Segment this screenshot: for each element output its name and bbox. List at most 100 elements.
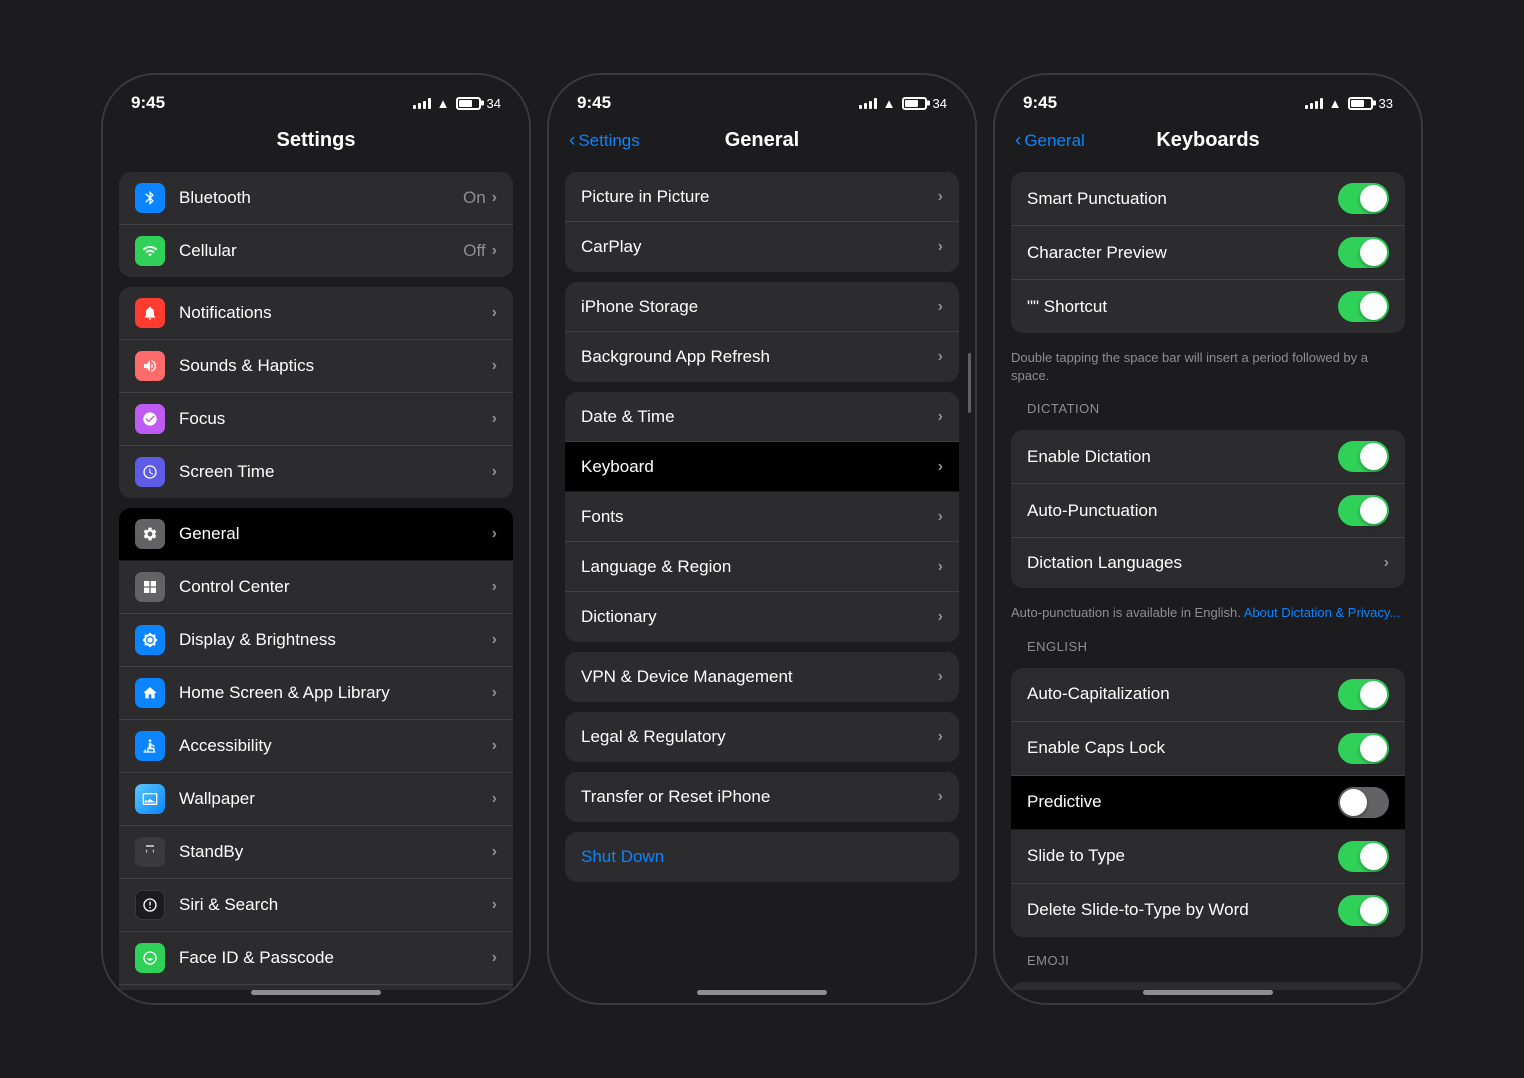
slidetotype-toggle[interactable] xyxy=(1338,841,1389,872)
keyboard-chevron: › xyxy=(938,458,943,476)
status-bar-2: 9:45 ▲ 34 xyxy=(549,75,975,125)
notifications-icon xyxy=(135,298,165,328)
dictation-privacy-link[interactable]: About Dictation & Privacy... xyxy=(1244,605,1401,620)
autocapitalization-row[interactable]: Auto-Capitalization xyxy=(1011,668,1405,722)
deleteslide-toggle[interactable] xyxy=(1338,895,1389,926)
legal-row[interactable]: Legal & Regulatory › xyxy=(565,712,959,762)
back-button-3[interactable]: ‹ General xyxy=(1015,130,1085,152)
connectivity-group: Bluetooth On › Cellular Off › xyxy=(119,172,513,277)
standby-row[interactable]: StandBy › xyxy=(119,826,513,879)
enabledictation-toggle[interactable] xyxy=(1338,441,1389,472)
screentime-row[interactable]: Screen Time › xyxy=(119,446,513,498)
characterpreview-thumb xyxy=(1360,239,1387,266)
carplay-row[interactable]: CarPlay › xyxy=(565,222,959,272)
sirisearch-row[interactable]: Siri & Search › xyxy=(119,879,513,932)
wifi-icon-2: ▲ xyxy=(883,96,896,111)
nav-title-1: Settings xyxy=(277,129,356,152)
phone-2-screen: 9:45 ▲ 34 ‹ Settings General xyxy=(549,75,975,1003)
enabledictation-row[interactable]: Enable Dictation xyxy=(1011,430,1405,484)
enablecapslock-row[interactable]: Enable Caps Lock xyxy=(1011,722,1405,776)
notifications-row[interactable]: Notifications › xyxy=(119,287,513,340)
storage-group: iPhone Storage › Background App Refresh … xyxy=(565,282,959,382)
smartpunctuation-row[interactable]: Smart Punctuation xyxy=(1011,172,1405,226)
cellular-value: Off xyxy=(463,241,485,261)
slidetotype-label: Slide to Type xyxy=(1027,846,1338,866)
dictationlangs-row[interactable]: Dictation Languages › xyxy=(1011,538,1405,588)
homescreen-row[interactable]: Home Screen & App Library › xyxy=(119,667,513,720)
iphonestorage-row[interactable]: iPhone Storage › xyxy=(565,282,959,332)
controlcenter-chevron: › xyxy=(492,578,497,596)
autocapitalization-label: Auto-Capitalization xyxy=(1027,684,1338,704)
smartpunctuation-toggle[interactable] xyxy=(1338,183,1389,214)
datetime-chevron: › xyxy=(938,408,943,426)
focus-row[interactable]: Focus › xyxy=(119,393,513,446)
shutdown-row[interactable]: Shut Down xyxy=(565,832,959,882)
autocapitalization-toggle[interactable] xyxy=(1338,679,1389,710)
settings-list-1[interactable]: Bluetooth On › Cellular Off › xyxy=(103,162,529,990)
wifi-icon-3: ▲ xyxy=(1329,96,1342,111)
languageregion-label: Language & Region xyxy=(581,557,938,577)
dictionary-row[interactable]: Dictionary › xyxy=(565,592,959,642)
periodshortcut-toggle[interactable] xyxy=(1338,291,1389,322)
transferreset-row[interactable]: Transfer or Reset iPhone › xyxy=(565,772,959,822)
wallpaper-row[interactable]: Wallpaper › xyxy=(119,773,513,826)
backgroundapp-label: Background App Refresh xyxy=(581,347,938,367)
slidetotype-row[interactable]: Slide to Type xyxy=(1011,830,1405,884)
predictive-row[interactable]: Predictive xyxy=(1011,776,1405,830)
backgroundapp-row[interactable]: Background App Refresh › xyxy=(565,332,959,382)
keyboard-row[interactable]: Keyboard › xyxy=(565,442,959,492)
emoji-header: EMOJI xyxy=(995,947,1421,972)
general-row[interactable]: General › xyxy=(119,508,513,561)
autopunctuation-label: Auto-Punctuation xyxy=(1027,501,1338,521)
top-toggles-group: Smart Punctuation Character Preview "" S… xyxy=(1011,172,1405,333)
sirisearch-label: Siri & Search xyxy=(179,895,492,915)
periodshortcut-thumb xyxy=(1360,293,1387,320)
autopunctuation-row[interactable]: Auto-Punctuation xyxy=(1011,484,1405,538)
characterpreview-toggle[interactable] xyxy=(1338,237,1389,268)
faceid-row[interactable]: Face ID & Passcode › xyxy=(119,932,513,985)
cellular-label: Cellular xyxy=(179,241,463,261)
back-button-2[interactable]: ‹ Settings xyxy=(569,130,640,152)
fonts-label: Fonts xyxy=(581,507,938,527)
pictureinpicture-chevron: › xyxy=(938,188,943,206)
settings-list-2[interactable]: Picture in Picture › CarPlay › iPhone St… xyxy=(549,162,975,990)
keyboard-label: Keyboard xyxy=(581,457,938,477)
settings-list-3[interactable]: Smart Punctuation Character Preview "" S… xyxy=(995,162,1421,990)
accessibility-icon xyxy=(135,731,165,761)
carplay-chevron: › xyxy=(938,238,943,256)
stickers-row[interactable]: Stickers xyxy=(1011,982,1405,990)
sounds-row[interactable]: Sounds & Haptics › xyxy=(119,340,513,393)
periodshortcut-row[interactable]: "" Shortcut xyxy=(1011,280,1405,333)
displaybrightness-row[interactable]: Display & Brightness › xyxy=(119,614,513,667)
vpnmgmt-row[interactable]: VPN & Device Management › xyxy=(565,652,959,702)
languageregion-row[interactable]: Language & Region › xyxy=(565,542,959,592)
controlcenter-label: Control Center xyxy=(179,577,492,597)
datetime-label: Date & Time xyxy=(581,407,938,427)
deleteslide-row[interactable]: Delete Slide-to-Type by Word xyxy=(1011,884,1405,937)
legal-group: Legal & Regulatory › xyxy=(565,712,959,762)
autocapitalization-thumb xyxy=(1360,681,1387,708)
nav-bar-3: ‹ General Keyboards xyxy=(995,125,1421,162)
dictation-group: Enable Dictation Auto-Punctuation Dictat… xyxy=(1011,430,1405,588)
back-label-2: Settings xyxy=(578,131,639,151)
nav-title-3: Keyboards xyxy=(1156,129,1259,152)
smartpunctuation-thumb xyxy=(1360,185,1387,212)
enablecapslock-toggle[interactable] xyxy=(1338,733,1389,764)
autopunctuation-toggle[interactable] xyxy=(1338,495,1389,526)
pictureinpicture-row[interactable]: Picture in Picture › xyxy=(565,172,959,222)
cellular-row[interactable]: Cellular Off › xyxy=(119,225,513,277)
enablecapslock-label: Enable Caps Lock xyxy=(1027,738,1338,758)
characterpreview-row[interactable]: Character Preview xyxy=(1011,226,1405,280)
general-settings-group: General › Control Center › xyxy=(119,508,513,990)
sirisearch-chevron: › xyxy=(492,896,497,914)
datetime-row[interactable]: Date & Time › xyxy=(565,392,959,442)
controlcenter-row[interactable]: Control Center › xyxy=(119,561,513,614)
cellular-icon xyxy=(135,236,165,266)
battery-label-3: 33 xyxy=(1379,96,1393,111)
deleteslide-thumb xyxy=(1360,897,1387,924)
predictive-toggle[interactable] xyxy=(1338,787,1389,818)
accessibility-row[interactable]: Accessibility › xyxy=(119,720,513,773)
home-indicator-1 xyxy=(251,990,381,995)
fonts-row[interactable]: Fonts › xyxy=(565,492,959,542)
bluetooth-row[interactable]: Bluetooth On › xyxy=(119,172,513,225)
